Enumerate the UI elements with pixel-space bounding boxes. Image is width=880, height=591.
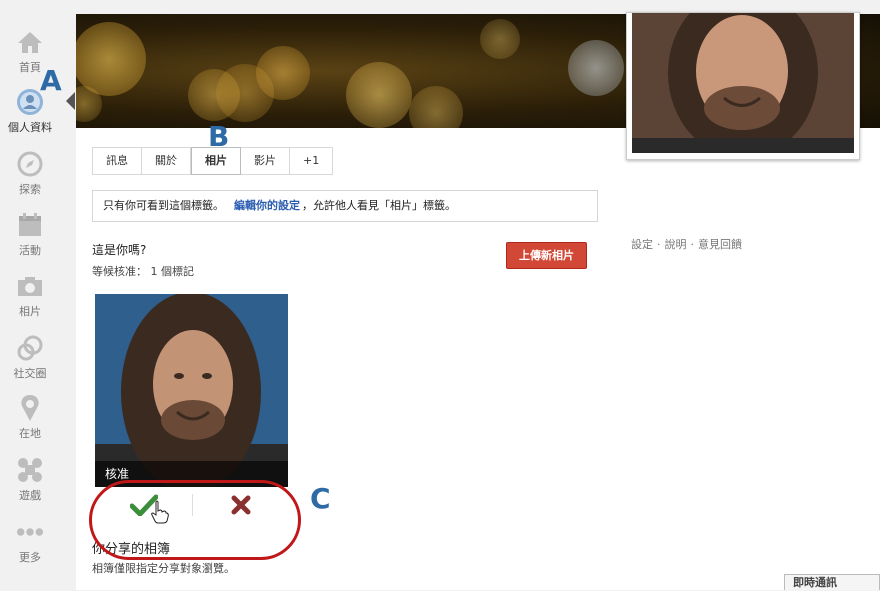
profile-photo[interactable] [626,12,860,160]
nav-label-circles: 社交圈 [13,367,47,380]
chat-label: 即時通訊 [793,576,837,589]
nav-label-photos: 相片 [19,305,41,318]
games-icon [16,456,44,484]
nav-label-explore: 探索 [19,183,41,196]
edit-settings-link[interactable]: 編輯你的設定 [234,199,300,212]
chat-bar[interactable]: 即時通訊 [784,574,880,590]
nav-label-more: 更多 [19,551,41,564]
more-dots-icon [16,518,44,546]
tab-about[interactable]: 關於 [142,148,191,174]
nav-item-events[interactable]: 活動 [0,211,60,258]
circles-icon [16,334,44,362]
nav-item-photos[interactable]: 相片 [0,272,60,319]
notice-suffix: ，允許他人看見「相片」標籤。 [302,199,456,212]
tab-videos[interactable]: 影片 [241,148,290,174]
compass-icon [16,150,44,178]
footer-link-help[interactable]: 說明 [665,238,687,251]
shared-albums-description: 相簿僅限指定分享對象瀏覽。 [92,562,235,575]
nav-label-events: 活動 [19,244,41,257]
active-nav-pointer [66,92,75,110]
nav-item-explore[interactable]: 探索 [0,150,60,197]
profile-photo-image [632,13,854,153]
annotation-b: B [208,120,230,153]
camera-icon [16,272,44,300]
visibility-notice: 只有你可看到這個標籤。 編輯你的設定 ，允許他人看見「相片」標籤。 [92,190,598,222]
nav-label-local: 在地 [19,427,41,440]
tagged-photo[interactable]: 核准 [95,294,288,487]
annotation-c: C [310,482,331,515]
footer-link-settings[interactable]: 設定 [631,238,653,251]
notice-prefix: 只有你可看到這個標籤。 [103,199,224,212]
nav-label-games: 遊戲 [19,489,41,502]
tab-plus-one[interactable]: +1 [290,148,333,174]
footer-separator: · [690,238,695,251]
footer-links: 設定 · 說明 · 意見回饋 [631,236,742,252]
home-icon [16,28,44,56]
location-pin-icon [16,394,44,422]
upload-photo-button[interactable]: 上傳新相片 [506,242,587,269]
annotation-circle [89,480,301,560]
nav-item-circles[interactable]: 社交圈 [0,334,60,381]
nav-item-local[interactable]: 在地 [0,394,60,441]
nav-item-games[interactable]: 遊戲 [0,456,60,503]
calendar-icon [16,211,44,239]
footer-separator: · [657,238,661,251]
footer-link-feedback[interactable]: 意見回饋 [698,238,742,251]
annotation-a: A [40,64,62,97]
tagged-photo-image [95,294,288,487]
tab-posts[interactable]: 訊息 [93,148,142,174]
nav-label-profile: 個人資料 [8,121,52,134]
pending-tags-count: 等候核准： 1 個標記 [92,265,194,278]
nav-item-more[interactable]: 更多 [0,518,60,565]
tag-question: 這是你嗎? [92,243,147,257]
